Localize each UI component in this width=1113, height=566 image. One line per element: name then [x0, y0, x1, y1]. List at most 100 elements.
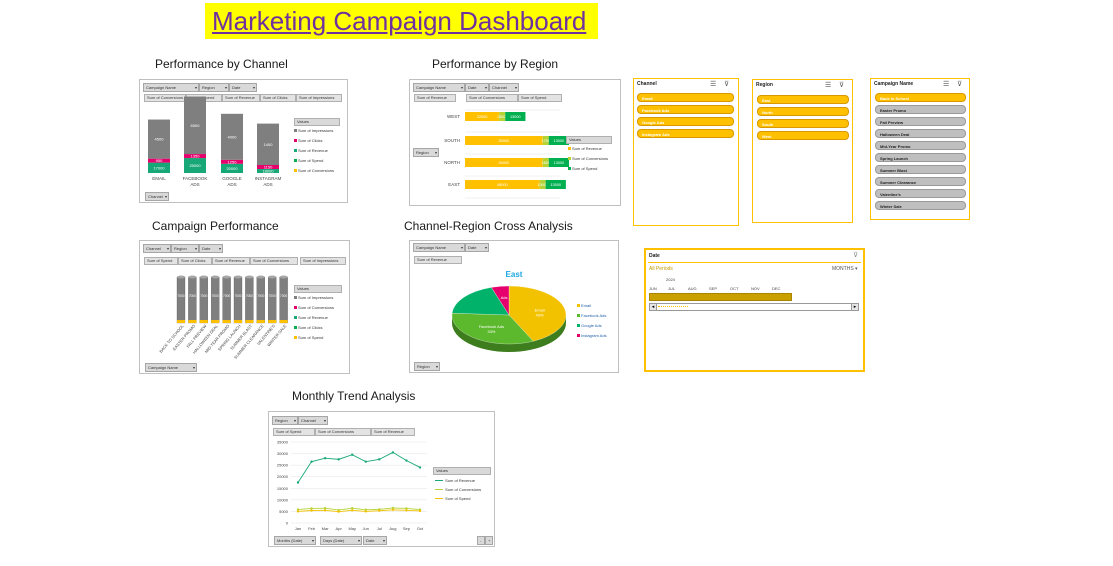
slicer-campaign-name[interactable]: Campaign Name ☰ ⊽ Back to School Easter …: [870, 78, 970, 220]
column: [279, 276, 288, 324]
slicer-item-instagram-ads[interactable]: Instagram Ads: [637, 129, 734, 138]
slicer-item-fall-preview[interactable]: Fall Preview: [875, 117, 966, 126]
y-tick-label: 25000: [277, 463, 289, 468]
legend-item: Sum of Spend: [294, 335, 323, 340]
scroll-right-button[interactable]: ▸: [851, 304, 858, 310]
timeline-level-dropdown[interactable]: MONTHS ▾: [832, 266, 858, 272]
axis-field-date[interactable]: Date ▾: [363, 536, 387, 545]
slicer-item-north[interactable]: North: [757, 107, 849, 116]
cross-pie-chart-panel[interactable]: Campaign Name ▾ Date ▾ Sum of Revenue East…: [409, 240, 619, 373]
legend-item: Sum of Clicks: [294, 138, 322, 143]
multi-select-icon[interactable]: ☰: [943, 80, 949, 88]
axis-field-region[interactable]: Region ▾: [413, 148, 439, 157]
expand-button[interactable]: +: [485, 536, 493, 545]
slicer-item-winter-sale[interactable]: Winter Sale: [875, 201, 966, 210]
slicer-item-google-ads[interactable]: Google Ads: [637, 117, 734, 126]
column: [176, 276, 186, 324]
multi-select-icon[interactable]: ☰: [710, 80, 716, 88]
data-point: [351, 453, 354, 456]
x-tick-label: Feb: [308, 526, 316, 531]
slicer-item-south[interactable]: South: [757, 119, 849, 128]
data-point: [296, 510, 300, 513]
slicer-item-easter-promo[interactable]: Easter Promo: [875, 105, 966, 114]
data-label: 6500: [191, 123, 201, 128]
timeline-scrollbar[interactable]: ◂ ▸: [649, 303, 859, 311]
monthly-pivot-chart[interactable]: Region ▾ Channel ▾ Sum of Spend Sum of Con…: [268, 411, 495, 547]
axis-field-months[interactable]: Months (Date) ▾: [274, 536, 316, 545]
y-tick-label: 0: [286, 521, 289, 526]
clear-filter-icon[interactable]: ⊽: [724, 80, 729, 88]
column: [233, 276, 243, 324]
campaign-pivot-chart[interactable]: Channel ▾ Region ▾ Date ▾ Sum of Spend Sum …: [139, 240, 350, 374]
slicer-title: Region: [756, 82, 773, 88]
column: [211, 276, 220, 324]
axis-field-campaign-name[interactable]: Campaign Name ▾: [145, 363, 197, 372]
data-point: [364, 510, 367, 513]
slicer-item-valentines[interactable]: Valentine's: [875, 189, 966, 198]
category-label: ADS: [190, 182, 199, 187]
data-point: [391, 451, 395, 454]
column-spend: [268, 320, 277, 323]
region-pivot-chart[interactable]: Campaign Name ▾ Date ▾ Channel ▾ Sum of Rev…: [409, 79, 621, 206]
category-label: ADS: [227, 182, 236, 187]
scroll-thumb[interactable]: [658, 306, 688, 308]
slicer-item-mid-year-promo[interactable]: Mid-Year Promo: [875, 141, 966, 150]
data-point: [310, 460, 313, 463]
timeline-selection-bar[interactable]: [649, 293, 792, 301]
slicer-item-west[interactable]: West: [757, 131, 849, 140]
clear-filter-icon[interactable]: ⊽: [853, 251, 858, 259]
legend-item: Sum of Revenue: [435, 478, 475, 483]
y-tick-label: 35000: [277, 440, 289, 445]
month-label: OCT: [730, 286, 739, 291]
legend-item: Sum of Impressions: [294, 295, 333, 300]
slicer-item-facebook-ads[interactable]: Facebook Ads: [637, 105, 734, 114]
category-label: INSTAGRAM: [255, 176, 282, 181]
column-spend: [188, 320, 197, 323]
slicer-title: Campaign Name: [874, 81, 914, 87]
slicer-item-spring-launch[interactable]: Spring Launch: [875, 153, 966, 162]
axis-field-channel[interactable]: Channel ▾: [145, 192, 169, 201]
x-tick-label: Aug: [389, 526, 396, 531]
axis-field-days[interactable]: Days (Date) ▾: [320, 536, 362, 545]
legend-item: Sum of Spend: [435, 496, 470, 501]
x-tick-label: Jan: [295, 526, 301, 531]
y-tick-label: 30000: [277, 451, 289, 456]
category-label: EMAIL: [152, 176, 166, 181]
column-top: [245, 275, 254, 279]
legend-item: Sum of Conversions: [294, 168, 334, 173]
column-top: [234, 275, 242, 279]
data-label: 7000: [200, 294, 207, 298]
data-label: 7000: [223, 294, 230, 298]
axis-field-region[interactable]: Region ▾: [414, 362, 440, 371]
column-spend: [245, 320, 254, 323]
data-point: [310, 509, 313, 512]
slicer-item-east[interactable]: East: [757, 95, 849, 104]
slicer-item-back-to-school[interactable]: Back to School: [875, 93, 966, 102]
slicer-item-summer-clearance[interactable]: Summer Clearance: [875, 177, 966, 186]
column-top: [199, 275, 208, 279]
legend-item: Sum of Revenue: [294, 315, 328, 320]
data-label: 7000: [212, 294, 219, 298]
slicer-item-email[interactable]: Email: [637, 93, 734, 102]
slicer-region[interactable]: Region ☰ ⊽ East North South West: [752, 79, 853, 223]
slice-label: Ads: [501, 295, 508, 300]
collapse-button[interactable]: -: [477, 536, 485, 545]
slicer-channel[interactable]: Channel ☰ ⊽ Email Facebook Ads Google Ad…: [633, 78, 739, 226]
data-point: [405, 459, 408, 462]
slicer-item-halloween-deal[interactable]: Halloween Deal: [875, 129, 966, 138]
channel-pivot-chart[interactable]: Campaign Name ▾ Region ▾ Date ▾ Sum of Conv…: [139, 79, 348, 203]
data-label: 13000: [554, 139, 565, 143]
slicer-item-summer-blast[interactable]: Summer Blast: [875, 165, 966, 174]
data-point: [418, 509, 422, 513]
timeline-date[interactable]: Date ⊽ All Periods MONTHS ▾ 2024 JUN JUL…: [644, 248, 865, 372]
clear-filter-icon[interactable]: ⊽: [839, 81, 844, 89]
multi-select-icon[interactable]: ☰: [825, 81, 831, 89]
legend-item: Google Ads: [577, 323, 602, 328]
data-point: [296, 481, 300, 484]
timeline-all-periods: All Periods: [649, 266, 673, 272]
clear-filter-icon[interactable]: ⊽: [957, 80, 962, 88]
y-tick-label: 15000: [277, 486, 289, 491]
legend-item: Sum of Conversions: [294, 305, 334, 310]
column-spend: [222, 320, 231, 323]
scroll-left-button[interactable]: ◂: [650, 304, 657, 310]
